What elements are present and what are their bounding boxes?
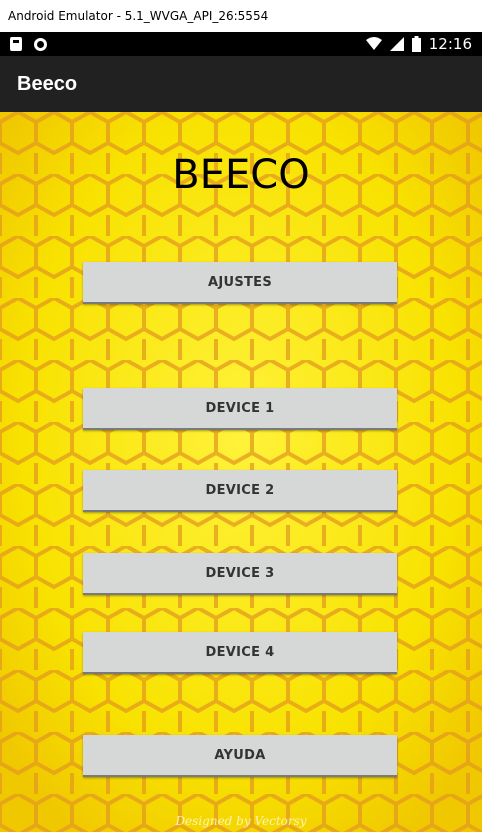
status-time: 12:16: [428, 35, 472, 53]
page-title: BEECO: [172, 152, 310, 198]
device-4-button[interactable]: DEVICE 4: [83, 632, 397, 674]
watermark: Designed by Vectorsy: [175, 814, 307, 828]
device-3-button[interactable]: DEVICE 3: [83, 553, 397, 595]
device-2-button[interactable]: DEVICE 2: [83, 470, 397, 512]
settings-button[interactable]: AJUSTES: [83, 262, 397, 304]
window-titlebar: Android Emulator - 5.1_WVGA_API_26:5554: [0, 0, 482, 32]
help-button[interactable]: AYUDA: [83, 735, 397, 777]
app-bar-title: Beeco: [17, 72, 78, 95]
main-content: BEECO AJUSTES DEVICE 1 DEVICE 2 DEVICE 3…: [0, 112, 482, 832]
app-bar: Beeco: [0, 56, 482, 112]
sd-card-icon: [10, 37, 22, 51]
battery-icon: [411, 36, 421, 52]
device-1-button[interactable]: DEVICE 1: [83, 388, 397, 430]
circle-icon: [34, 37, 47, 51]
signal-icon: [389, 37, 404, 51]
window-title: Android Emulator - 5.1_WVGA_API_26:5554: [8, 9, 269, 23]
status-bar: 12:16: [0, 32, 482, 56]
wifi-icon: [365, 37, 382, 50]
